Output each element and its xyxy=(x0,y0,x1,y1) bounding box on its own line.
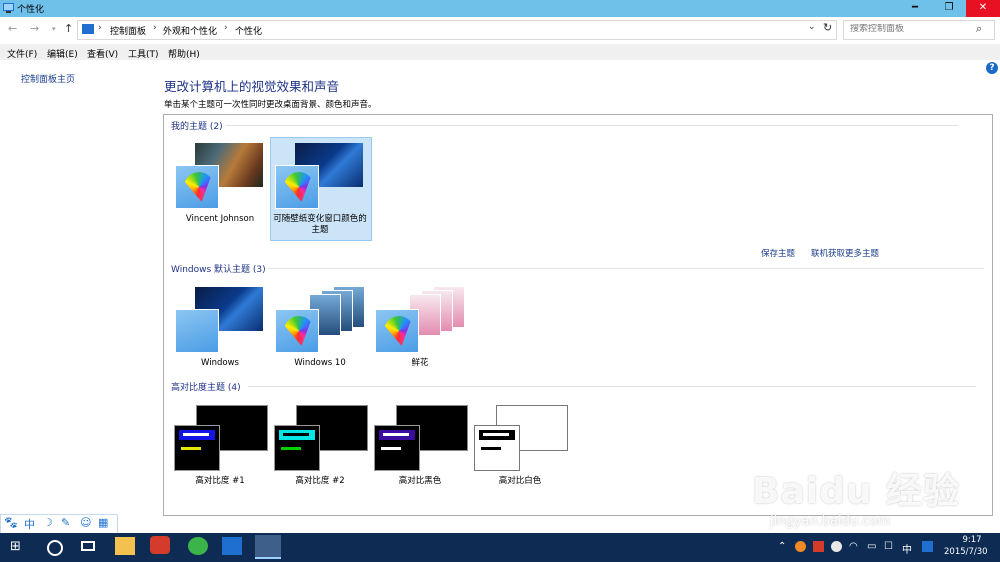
moon-icon[interactable]: ☽ xyxy=(43,516,53,529)
theme-high-contrast-2-thumbnail[interactable] xyxy=(274,405,370,473)
baidu-watermark: Baidu 经验 xyxy=(752,471,961,512)
theme-label-flowers[interactable]: 鲜花 xyxy=(372,358,468,369)
windows-start-icon[interactable]: ⊞ xyxy=(10,539,21,554)
color-fan-icon xyxy=(182,170,217,205)
close-button[interactable]: ✕ xyxy=(966,0,1000,17)
app-red-icon[interactable] xyxy=(150,536,170,554)
title-bar xyxy=(0,0,1000,17)
theme-label-high-contrast-black[interactable]: 高对比黑色 xyxy=(372,476,468,487)
window-title: 个性化 xyxy=(17,5,45,15)
ime-mode-label[interactable]: 中 xyxy=(24,516,35,532)
theme-flowers-thumbnail[interactable] xyxy=(373,284,469,356)
recent-locations-chevron-icon[interactable]: ▾ xyxy=(52,25,56,33)
tray-orange-icon[interactable] xyxy=(795,541,806,552)
menu-tools[interactable]: 工具(T) xyxy=(128,47,159,60)
tray-app-icon[interactable] xyxy=(831,541,842,552)
theme-label-auto-color[interactable]: 可随壁纸变化窗口颜色的主题 xyxy=(272,214,368,236)
pen-icon[interactable]: ✎ xyxy=(61,516,70,529)
theme-label-windows[interactable]: Windows xyxy=(172,358,268,369)
cortana-circle-icon[interactable] xyxy=(47,540,63,556)
search-icon[interactable]: ⌕ xyxy=(976,22,982,36)
menu-edit[interactable]: 编辑(E) xyxy=(47,47,78,60)
forward-arrow-icon[interactable]: → xyxy=(30,22,39,35)
wifi-icon[interactable]: ◠ xyxy=(849,541,858,552)
file-explorer-icon[interactable] xyxy=(115,537,135,555)
breadcrumb-control-panel[interactable]: 控制面板 xyxy=(110,24,146,37)
page-title: 更改计算机上的视觉效果和声音 xyxy=(164,79,340,94)
settings-app-icon[interactable] xyxy=(222,537,242,555)
breadcrumb-appearance[interactable]: 外观和个性化 xyxy=(163,24,217,37)
breadcrumb-separator-icon: › xyxy=(98,23,102,33)
theme-high-contrast-black-thumbnail[interactable] xyxy=(374,405,470,473)
control-panel-icon xyxy=(82,24,94,34)
address-dropdown-icon[interactable]: ⌄ xyxy=(808,22,816,32)
theme-label-high-contrast-1[interactable]: 高对比度 #1 xyxy=(172,476,268,487)
color-fan-icon xyxy=(282,170,317,205)
tray-up-chevron-icon[interactable]: ⌃ xyxy=(778,541,786,552)
group-header-high-contrast: 高对比度主题 (4) xyxy=(171,383,241,393)
maximize-button[interactable]: ❐ xyxy=(932,0,966,17)
theme-label-high-contrast-white[interactable]: 高对比白色 xyxy=(472,476,568,487)
breadcrumb-separator-icon: › xyxy=(153,23,157,33)
theme-vincent-johnson-thumbnail[interactable] xyxy=(173,143,269,213)
personalization-app-icon xyxy=(3,3,14,13)
breadcrumb-personalization[interactable]: 个性化 xyxy=(235,24,262,37)
theme-label-windows10[interactable]: Windows 10 xyxy=(272,358,368,369)
page-subtitle: 单击某个主题可一次性同时更改桌面背景、颜色和声音。 xyxy=(164,100,377,110)
grid-icon[interactable]: ▦ xyxy=(98,516,108,529)
theme-high-contrast-1-thumbnail[interactable] xyxy=(174,405,270,473)
tray-red-icon[interactable] xyxy=(813,541,824,552)
help-icon[interactable]: ? xyxy=(986,62,998,74)
tray-blue-icon[interactable] xyxy=(922,541,933,552)
theme-label-vincent-johnson[interactable]: Vincent Johnson xyxy=(172,214,268,225)
back-arrow-icon[interactable]: ← xyxy=(8,22,17,35)
clock-date[interactable]: 2015/7/30 xyxy=(944,547,988,557)
group-divider xyxy=(248,386,976,387)
control-panel-home-link[interactable]: 控制面板主页 xyxy=(21,72,75,85)
group-divider xyxy=(226,125,958,126)
theme-windows10-thumbnail[interactable] xyxy=(273,284,369,356)
control-panel-taskbar-icon[interactable] xyxy=(255,535,281,559)
menu-file[interactable]: 文件(F) xyxy=(7,47,37,60)
group-header-windows-themes: Windows 默认主题 (3) xyxy=(171,265,266,275)
menu-help[interactable]: 帮助(H) xyxy=(168,47,200,60)
minimize-button[interactable]: ━ xyxy=(898,0,932,17)
user-icon[interactable]: ☺ xyxy=(80,516,91,529)
app-green-icon[interactable] xyxy=(188,537,208,555)
get-more-themes-link[interactable]: 联机获取更多主题 xyxy=(811,247,879,259)
up-arrow-icon[interactable]: ↑ xyxy=(64,22,73,35)
breadcrumb-separator-icon: › xyxy=(224,23,228,33)
theme-high-contrast-white-thumbnail[interactable] xyxy=(474,405,570,473)
baidu-watermark-url: jingyan.baidu.com xyxy=(770,514,890,529)
paw-icon[interactable]: 🐾 xyxy=(4,516,18,529)
save-theme-link[interactable]: 保存主题 xyxy=(761,247,795,259)
search-input[interactable] xyxy=(850,24,970,34)
color-fan-icon xyxy=(382,314,417,349)
notification-icon[interactable]: ☐ xyxy=(884,541,893,552)
refresh-icon[interactable]: ↻ xyxy=(823,21,832,34)
task-view-icon[interactable] xyxy=(81,541,95,551)
menu-view[interactable]: 查看(V) xyxy=(87,47,118,60)
color-fan-icon xyxy=(282,314,317,349)
theme-label-high-contrast-2[interactable]: 高对比度 #2 xyxy=(272,476,368,487)
battery-icon[interactable]: ▭ xyxy=(867,541,876,552)
group-divider xyxy=(268,268,984,269)
group-header-my-themes: 我的主题 (2) xyxy=(171,122,223,132)
theme-auto-color-thumbnail[interactable] xyxy=(273,143,369,213)
tray-ime-label[interactable]: 中 xyxy=(902,541,912,556)
clock-time[interactable]: 9:17 xyxy=(955,535,989,545)
theme-windows-thumbnail[interactable] xyxy=(173,287,269,357)
